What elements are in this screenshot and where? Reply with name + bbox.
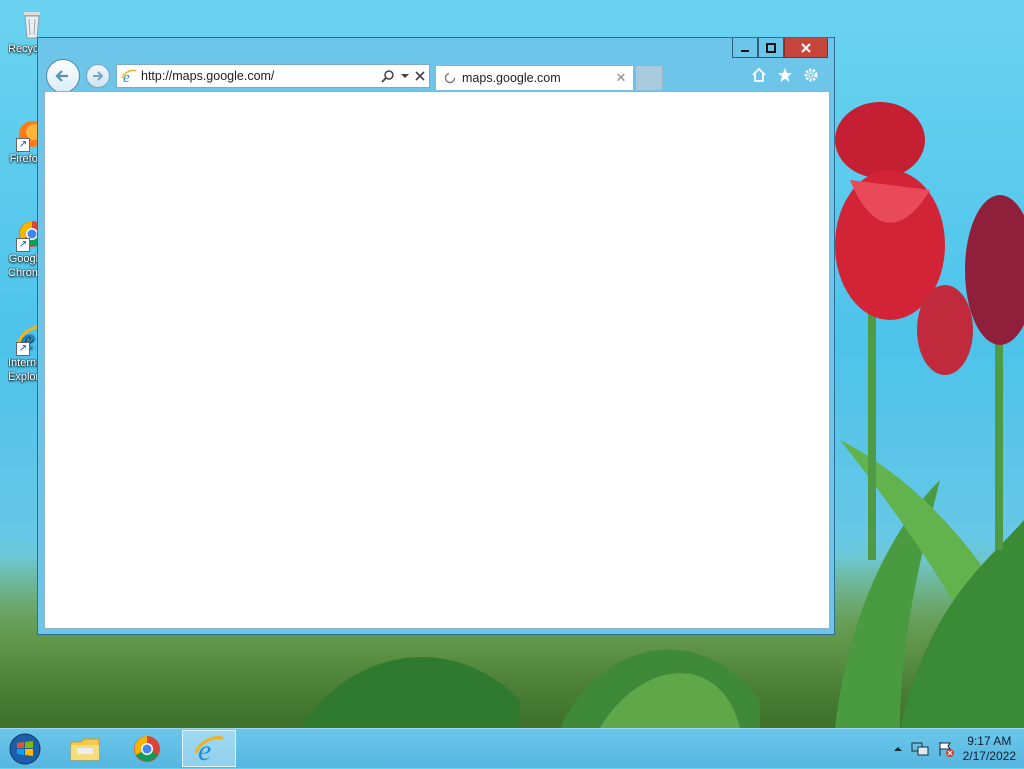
ie-logo-icon: e xyxy=(121,69,137,84)
maximize-icon xyxy=(766,42,776,53)
close-button[interactable] xyxy=(784,38,828,58)
browser-window: e http://maps.google.com/ maps.google.co… xyxy=(37,37,835,635)
shortcut-arrow-icon: ↗ xyxy=(16,342,30,356)
search-icon[interactable] xyxy=(381,69,395,83)
show-hidden-icons-chevron-icon[interactable] xyxy=(893,744,903,754)
stop-icon[interactable] xyxy=(415,71,425,81)
settings-gear-icon xyxy=(804,68,818,82)
shortcut-arrow-icon: ↗ xyxy=(16,238,30,252)
tab-close-button[interactable]: ✕ xyxy=(613,70,629,86)
taskbar-clock[interactable]: 9:17 AM 2/17/2022 xyxy=(963,734,1016,764)
home-button[interactable] xyxy=(750,66,768,84)
address-tools xyxy=(381,69,429,83)
folder-icon xyxy=(70,738,100,760)
taskbar-internet-explorer[interactable]: e xyxy=(182,730,236,767)
chrome-icon xyxy=(134,735,160,762)
tab-title: maps.google.com xyxy=(462,71,561,85)
address-url[interactable]: http://maps.google.com/ xyxy=(141,69,381,83)
address-bar[interactable]: e http://maps.google.com/ xyxy=(116,64,430,88)
maximize-button[interactable] xyxy=(758,38,784,58)
forward-button[interactable] xyxy=(86,64,110,88)
new-tab-button[interactable] xyxy=(635,65,663,90)
back-arrow-icon xyxy=(55,70,68,82)
favorites-button[interactable] xyxy=(776,66,794,84)
network-icon[interactable] xyxy=(911,741,929,757)
taskbar-file-explorer[interactable] xyxy=(58,730,112,767)
minimize-button[interactable] xyxy=(732,38,758,58)
favorites-star-icon xyxy=(778,68,792,82)
clock-time: 9:17 AM xyxy=(967,734,1012,748)
browser-toolbar-icons xyxy=(750,66,820,84)
system-tray: 9:17 AM 2/17/2022 xyxy=(893,729,1016,769)
home-icon xyxy=(752,67,766,82)
recycle-bin-icon xyxy=(16,8,48,40)
browser-tab-active[interactable]: maps.google.com ✕ xyxy=(435,65,634,90)
window-controls xyxy=(732,38,828,58)
taskbar: e 9:17 AM 2/17/2022 xyxy=(0,728,1024,768)
dropdown-icon[interactable] xyxy=(401,72,409,80)
windows-logo-icon xyxy=(9,733,41,765)
taskbar-google-chrome[interactable] xyxy=(120,730,174,767)
action-center-flag-icon[interactable] xyxy=(937,741,955,757)
close-icon xyxy=(801,42,811,53)
clock-date: 2/17/2022 xyxy=(962,749,1016,763)
page-content-area[interactable] xyxy=(44,91,830,629)
loading-spinner-icon xyxy=(444,72,456,84)
forward-arrow-icon xyxy=(93,71,104,81)
start-button[interactable] xyxy=(4,731,46,767)
shortcut-arrow-icon: ↗ xyxy=(16,138,30,152)
minimize-icon xyxy=(741,49,749,52)
settings-button[interactable] xyxy=(802,66,820,84)
back-button[interactable] xyxy=(46,59,80,93)
internet-explorer-icon: e xyxy=(194,734,225,765)
